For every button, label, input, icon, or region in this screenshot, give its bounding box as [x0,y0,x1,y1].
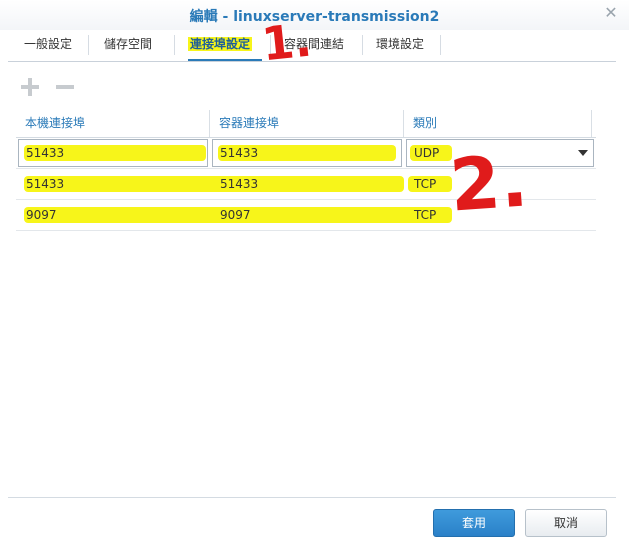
active-tab-indicator [188,59,262,61]
column-header-local-port[interactable]: 本機連接埠 [16,110,210,137]
tab-label: 環境設定 [376,37,425,51]
window-title: 編輯 - linuxserver-transmission2 [189,9,440,25]
close-icon[interactable]: ✕ [601,3,621,23]
tab-label: 儲存空間 [104,37,153,51]
local-port-value: 9097 [26,208,57,222]
minus-icon[interactable] [54,76,76,98]
tab-divider [362,35,363,55]
tab-divider [174,35,175,55]
footer-divider [8,497,616,498]
tab-label: 一般設定 [24,37,73,51]
plus-icon[interactable] [19,76,41,98]
annotation-two: 2. [447,138,531,228]
container-port-value: 9097 [220,208,251,222]
tab-environment[interactable]: 環境設定 [364,30,436,61]
apply-button[interactable]: 套用 [433,509,515,537]
cancel-button[interactable]: 取消 [525,509,607,537]
table-header: 本機連接埠 容器連接埠 類別 [16,110,596,138]
title-bar: 編輯 - linuxserver-transmission2 ✕ [0,0,629,30]
column-header-type[interactable]: 類別 [404,110,592,137]
tab-port-settings[interactable]: 連接埠設定 [176,30,264,61]
container-port-value: 51433 [220,146,259,160]
chevron-down-icon[interactable] [578,150,588,156]
tab-storage[interactable]: 儲存空間 [92,30,164,61]
tab-general[interactable]: 一般設定 [12,30,84,61]
local-port-value: 51433 [26,146,65,160]
annotation-one: 1. [259,12,315,72]
container-port-value: 51433 [220,177,259,191]
tab-divider [440,35,441,55]
local-port-value: 51433 [26,177,65,191]
column-header-container-port[interactable]: 容器連接埠 [210,110,404,137]
tab-label: 連接埠設定 [188,37,253,51]
tab-divider [88,35,89,55]
